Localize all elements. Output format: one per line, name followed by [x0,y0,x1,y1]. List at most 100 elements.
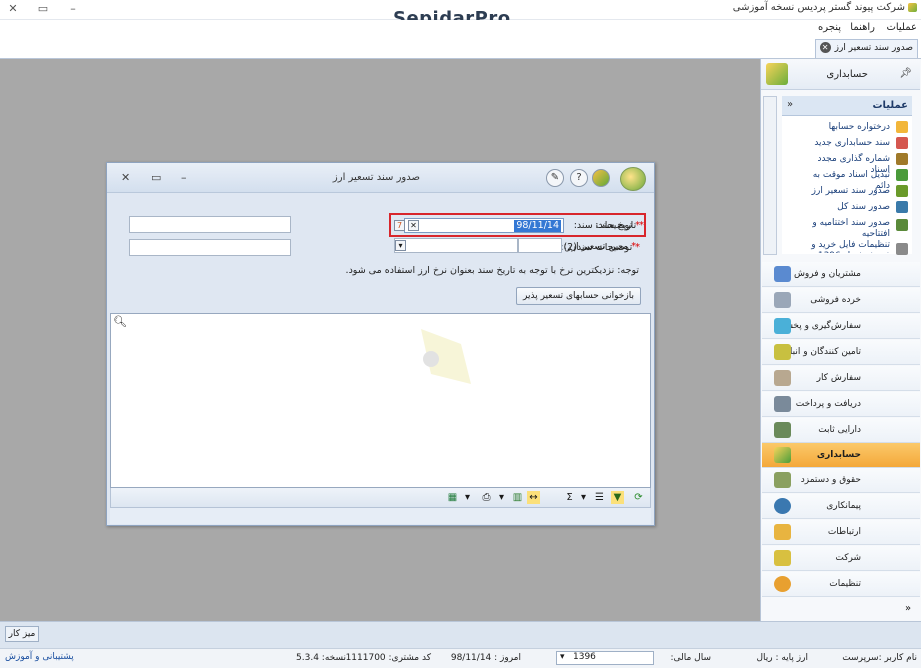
nav-payroll[interactable]: حقوق و دستمزد [762,468,920,493]
ordering-icon [774,318,791,334]
menu-help[interactable]: راهنما [850,22,875,33]
desktop-button[interactable]: میز کار [5,626,39,642]
account-tree-icon [896,121,908,133]
taskbar [0,621,921,648]
print-icon[interactable]: ⎙ [480,491,493,504]
nav-company[interactable]: شرکت [762,546,920,571]
calendar-button[interactable]: 7 [394,220,405,231]
desc-input[interactable] [129,216,291,233]
status-today: امروز : 98/11/14 [450,653,521,663]
company-logo-icon [908,2,917,12]
accounting-nav-icon [774,447,791,463]
work-order-icon [774,370,791,386]
ops-scrollbar[interactable] [763,96,777,255]
restore-window-button[interactable]: ▭ [34,2,52,16]
op-trade-file-settings[interactable]: تنظیمات فایل خرید و فروش فصل 1396 [800,240,890,253]
collapse-icon[interactable]: » [787,99,793,110]
watermark-logo [421,329,471,384]
ops-title: عملیات [872,100,908,111]
status-bar: نام کاربر :سرپرست ارز پایه : ریال سال ما… [0,648,921,668]
dialog-restore-button[interactable]: ▭ [151,171,161,184]
chevron-down-icon: ▾ [560,652,565,662]
menu-window[interactable]: پنجره [818,22,841,33]
account-name-input[interactable] [518,238,562,253]
dialog-minimize-button[interactable]: – [181,171,187,184]
dialog-footer [110,508,651,524]
sum-dropdown-icon[interactable]: ▾ [577,491,590,504]
nav-ordering[interactable]: سفارش‌گیری و پخش [762,314,920,339]
nav-work-order[interactable]: سفارش کار [762,366,920,391]
fiscal-year-select[interactable]: ▾ 1396 [556,651,654,665]
search-icon[interactable]: 🔍︎ [113,315,127,328]
op-closing-voucher[interactable]: صدور سند اختتامیه و افتتاحیه [800,218,890,240]
status-customer-code: کد مشتری: 1111700 [345,653,431,663]
op-new-voucher[interactable]: سند حسابداری جدید [800,138,890,149]
accounting-icon [766,63,788,85]
settings-icon [774,576,791,592]
note-text: توجه: نزدیکترین نرخ با توجه به تاریخ سند… [345,265,639,276]
close-window-button[interactable]: ✕ [4,2,22,16]
suppliers-icon [774,344,791,360]
menu-operations[interactable]: عملیات [886,22,917,33]
more-nav-icon[interactable]: » [905,603,911,614]
accounts-grid[interactable]: 🔍︎ [110,313,651,488]
payroll-icon [774,472,791,488]
status-fiscal-year-label: سال مالی: [670,653,711,663]
excel-dropdown-icon[interactable]: ▾ [461,491,474,504]
help-icon[interactable]: ✎ [546,169,564,187]
nav-communications[interactable]: ارتباطات [762,520,920,545]
load-accounts-button[interactable]: بازخوانی حسابهای تسعیر پذیر [516,287,641,305]
close-tab-icon[interactable]: ✕ [819,42,831,53]
nav-fixed-assets[interactable]: دارایی ثابت [762,418,920,443]
communications-icon [774,524,791,540]
refresh-icon[interactable]: ⟳ [632,491,645,504]
filter-icon[interactable]: ▼ [611,491,624,504]
grid-layout-icon[interactable]: ▥ [511,491,524,504]
account-label: * معین تسعیر ارز: [563,241,636,252]
date-input[interactable]: 98/11/14 [404,218,564,233]
excel-export-icon[interactable]: ▦ [446,491,459,504]
sales-chart-icon [774,266,791,282]
info-icon[interactable]: ? [570,169,588,187]
op-revaluation[interactable]: صدور سند تسعیر ارز [800,186,890,197]
pin-icon[interactable]: 📌︎ [899,68,912,79]
assets-icon [774,422,791,438]
sidebar-title: حسابداری [826,69,868,80]
op-account-tree[interactable]: درختواره حسابها [800,122,890,133]
dialog-close-button[interactable]: ✕ [121,171,130,184]
tab-strip: صدور سند تسعیر ارز✕ [0,38,921,59]
fit-width-icon[interactable]: ↔ [527,491,540,504]
sum-icon[interactable]: Σ [563,491,576,504]
retail-icon [774,292,791,308]
nav-retail[interactable]: خرده فروشی [762,288,920,313]
nav-settings[interactable]: تنظیمات [762,572,920,597]
ops-panel-header[interactable]: عملیات » [782,96,912,116]
tab-currency-revaluation[interactable]: صدور سند تسعیر ارز✕ [814,39,918,58]
support-link[interactable]: پشتیبانی و آموزش [5,652,74,662]
revaluation-icon [896,185,908,197]
columns-icon[interactable]: ☰ [593,491,606,504]
status-version: نسخه: 5.3.4 [296,653,346,663]
minimize-window-button[interactable]: – [64,2,82,16]
new-voucher-icon [896,137,908,149]
closing-voucher-icon [896,219,908,231]
contracting-icon [774,498,791,514]
nav-suppliers[interactable]: تامین کنندگان و انبار [762,340,920,365]
grid-toolbar: ⟳ ▼ ☰ ▾ Σ ↔ ▥ ▾ ⎙ ▾ ▦ [110,488,651,508]
desc2-input[interactable] [129,239,291,256]
nav-accounting[interactable]: حسابداری [762,443,920,468]
nav-receipts-payments[interactable]: دریافت و پرداخت [762,392,920,417]
convert-icon [896,169,908,181]
dialog-logo-icon [620,167,646,191]
op-general-voucher[interactable]: صدور سند کل [800,202,890,213]
date-label: * تاریخ سند: [595,220,644,231]
clear-date-button[interactable]: ✕ [408,220,419,231]
dialog-title: صدور سند تسعیر ارز [332,172,420,183]
account-code-input[interactable] [394,238,518,253]
nav-customers-sales[interactable]: مشتریان و فروش [762,262,920,287]
nav-contracting[interactable]: پیمانکاری [762,494,920,519]
account-dropdown-button[interactable]: ▾ [395,240,406,251]
general-voucher-icon [896,201,908,213]
module-icon[interactable] [592,169,610,187]
print-dropdown-icon[interactable]: ▾ [495,491,508,504]
